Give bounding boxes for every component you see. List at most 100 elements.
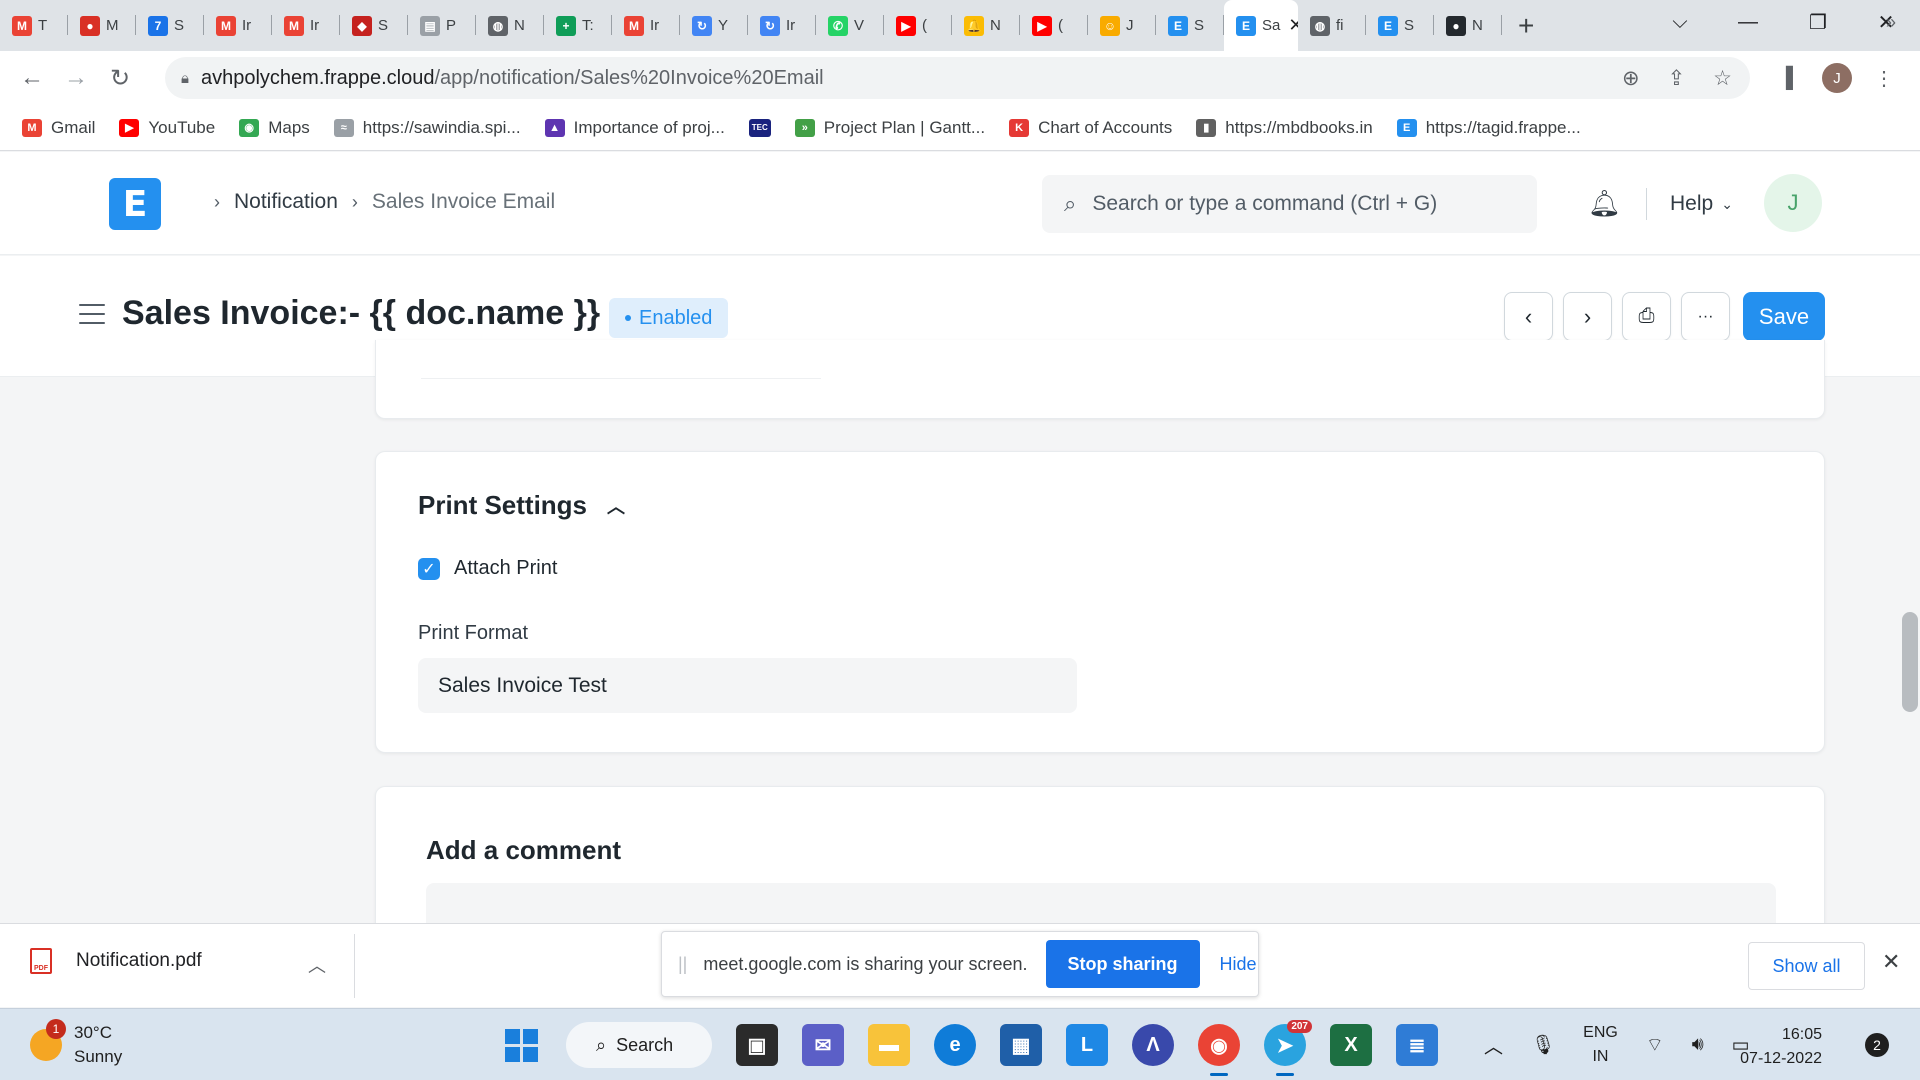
back-icon[interactable]: ← — [10, 64, 54, 92]
browser-tab[interactable]: 🔔 N — [952, 0, 1020, 51]
attach-print-field[interactable]: ✓ Attach Print — [418, 557, 557, 580]
browser-tab[interactable]: ES — [1366, 0, 1434, 51]
browser-tab[interactable]: ▤ P — [408, 0, 476, 51]
browser-tab-active[interactable]: E Sa ✕ — [1224, 0, 1298, 51]
microphone-icon[interactable]: 🎙︎ — [1531, 1033, 1555, 1057]
close-icon[interactable]: ✕ — [1882, 949, 1900, 975]
close-tab-icon[interactable]: ✕ — [1288, 15, 1298, 36]
hide-button[interactable]: Hide — [1220, 954, 1257, 975]
bookmark-item[interactable]: Ehttps://tagid.frappe... — [1396, 118, 1581, 138]
plus-icon: + — [556, 15, 576, 36]
bookmark-item[interactable]: ▲ Importance of proj... — [544, 118, 725, 138]
store-icon[interactable]: ▦ — [1000, 1024, 1042, 1066]
previous-doc-button[interactable]: ‹ — [1504, 292, 1553, 341]
awesome-bar-search[interactable]: ⌕ Search or type a command (Ctrl + G) — [1042, 175, 1537, 233]
teams-chat-icon[interactable]: ✉ — [802, 1024, 844, 1066]
menu-kebab-icon[interactable]: ⋮ — [1874, 66, 1894, 91]
notifications-bell-icon[interactable]: 🔔︎ — [1588, 188, 1621, 219]
tab-search-icon[interactable]: ⌵ — [1648, 0, 1712, 44]
download-item[interactable]: PDF Notification.pdf — [30, 948, 202, 974]
bookmark-item[interactable]: TEC — [748, 118, 771, 137]
bookmark-item[interactable]: ▶ YouTube — [119, 118, 215, 138]
erpnext-logo[interactable]: E — [109, 178, 161, 230]
bookmark-item[interactable]: M Gmail — [22, 118, 95, 138]
sidebar-toggle-icon[interactable] — [79, 304, 105, 324]
profile-avatar[interactable]: J — [1822, 63, 1852, 93]
browser-tab[interactable]: MT — [0, 0, 68, 51]
wifi-icon[interactable]: ⌔ — [1646, 1033, 1664, 1057]
browser-tab[interactable]: ▶( — [884, 0, 952, 51]
file-explorer-icon[interactable]: ▬ — [868, 1024, 910, 1066]
breadcrumb-sales-invoice-email[interactable]: Sales Invoice Email — [372, 190, 555, 214]
browser-tab[interactable]: ● M — [68, 0, 136, 51]
forward-icon[interactable]: → — [54, 64, 98, 92]
browser-tab[interactable]: 7S — [136, 0, 204, 51]
notepad-icon[interactable]: ≣ — [1396, 1024, 1438, 1066]
save-button[interactable]: Save — [1743, 292, 1825, 341]
l-app-icon[interactable]: L — [1066, 1024, 1108, 1066]
user-avatar[interactable]: J — [1764, 174, 1822, 232]
browser-tab[interactable]: + T: — [544, 0, 612, 51]
zoom-icon[interactable]: ⊕ — [1622, 66, 1640, 91]
excel-icon[interactable]: X — [1330, 1024, 1372, 1066]
minimize-icon[interactable]: — — [1716, 0, 1780, 44]
side-panel-icon[interactable]: ▌ — [1786, 67, 1800, 90]
browser-tab[interactable]: M Ir — [204, 0, 272, 51]
browser-tab[interactable]: ◍ N — [476, 0, 544, 51]
volume-icon[interactable]: 🔊︎ — [1692, 1034, 1704, 1056]
chevron-up-icon[interactable]: ︿ — [607, 493, 625, 519]
clock[interactable]: 16:05 07-12-2022 — [1740, 1023, 1822, 1071]
bookmark-item[interactable]: ▮ https://mbdbooks.in — [1196, 118, 1373, 138]
tab-title: P — [446, 17, 457, 34]
link-icon: ≈ — [333, 118, 354, 137]
chrome-icon[interactable]: ◉ — [1198, 1024, 1240, 1076]
browser-tab[interactable]: ES — [1156, 0, 1224, 51]
show-all-button[interactable]: Show all — [1748, 942, 1865, 990]
bookmarks-overflow-icon[interactable]: » — [1886, 12, 1896, 33]
telegram-icon[interactable]: ➤ 207 — [1264, 1020, 1312, 1076]
chevron-up-icon[interactable]: ︿ — [308, 952, 326, 978]
browser-tab[interactable]: ↻ Y — [680, 0, 748, 51]
globe-icon: ◍ — [488, 15, 508, 36]
attach-print-checkbox[interactable]: ✓ — [418, 557, 440, 580]
reload-icon[interactable]: ↻ — [98, 64, 142, 93]
more-actions-button[interactable]: ··· — [1681, 292, 1730, 341]
browser-tab[interactable]: ☺ J — [1088, 0, 1156, 51]
tray-overflow-icon[interactable]: ︿ — [1484, 1032, 1503, 1059]
new-tab-icon[interactable]: + — [1518, 10, 1534, 42]
print-format-input[interactable]: Sales Invoice Test — [418, 658, 1077, 713]
language-indicator[interactable]: ENG IN — [1583, 1021, 1618, 1069]
task-view-icon[interactable]: ▣ — [736, 1024, 778, 1066]
stop-sharing-button[interactable]: Stop sharing — [1045, 940, 1200, 988]
bookmark-item[interactable]: » Project Plan | Gantt... — [794, 118, 985, 138]
bookmark-item[interactable]: ≈ https://sawindia.spi... — [333, 118, 521, 138]
browser-tab[interactable]: ▶( — [1020, 0, 1088, 51]
start-icon[interactable] — [500, 1024, 542, 1066]
browser-tab[interactable]: ↻ Ir — [748, 0, 816, 51]
share-icon[interactable]: ⇪ — [1668, 66, 1686, 91]
edge-icon[interactable]: e — [934, 1024, 976, 1066]
restore-icon[interactable]: ❐ — [1786, 0, 1850, 44]
print-button[interactable]: ⎙ — [1622, 292, 1671, 341]
bookmark-item[interactable]: ◉ Maps — [239, 118, 310, 138]
browser-tab[interactable]: ◍ fi — [1298, 0, 1366, 51]
taskbar-search[interactable]: ⌕ Search — [566, 1022, 712, 1068]
browser-tab[interactable]: ✆ V — [816, 0, 884, 51]
next-doc-button[interactable]: › — [1563, 292, 1612, 341]
browser-tab[interactable]: ◆ S — [340, 0, 408, 51]
section-header[interactable]: Print Settings ︿ — [418, 490, 625, 521]
breadcrumb-notification[interactable]: Notification — [234, 190, 338, 214]
drag-handle-icon[interactable]: || — [678, 954, 687, 975]
bookmark-star-icon[interactable]: ☆ — [1713, 66, 1732, 91]
page-scrollbar[interactable] — [1902, 612, 1918, 712]
help-dropdown[interactable]: Help ⌄ — [1670, 192, 1733, 216]
browser-tab[interactable]: ● N — [1434, 0, 1502, 51]
browser-tab[interactable]: M Ir — [612, 0, 680, 51]
address-bar[interactable]: 🔒︎ avhpolychem.frappe.cloud/app/notifica… — [165, 57, 1750, 99]
a-app-icon[interactable]: Λ — [1132, 1024, 1174, 1066]
weather-widget[interactable]: 1 30°C Sunny — [30, 1019, 122, 1069]
gmail-icon: M — [22, 118, 42, 137]
notification-center-badge[interactable]: 2 — [1865, 1033, 1889, 1057]
browser-tab[interactable]: M Ir — [272, 0, 340, 51]
bookmark-item[interactable]: K Chart of Accounts — [1009, 118, 1172, 138]
